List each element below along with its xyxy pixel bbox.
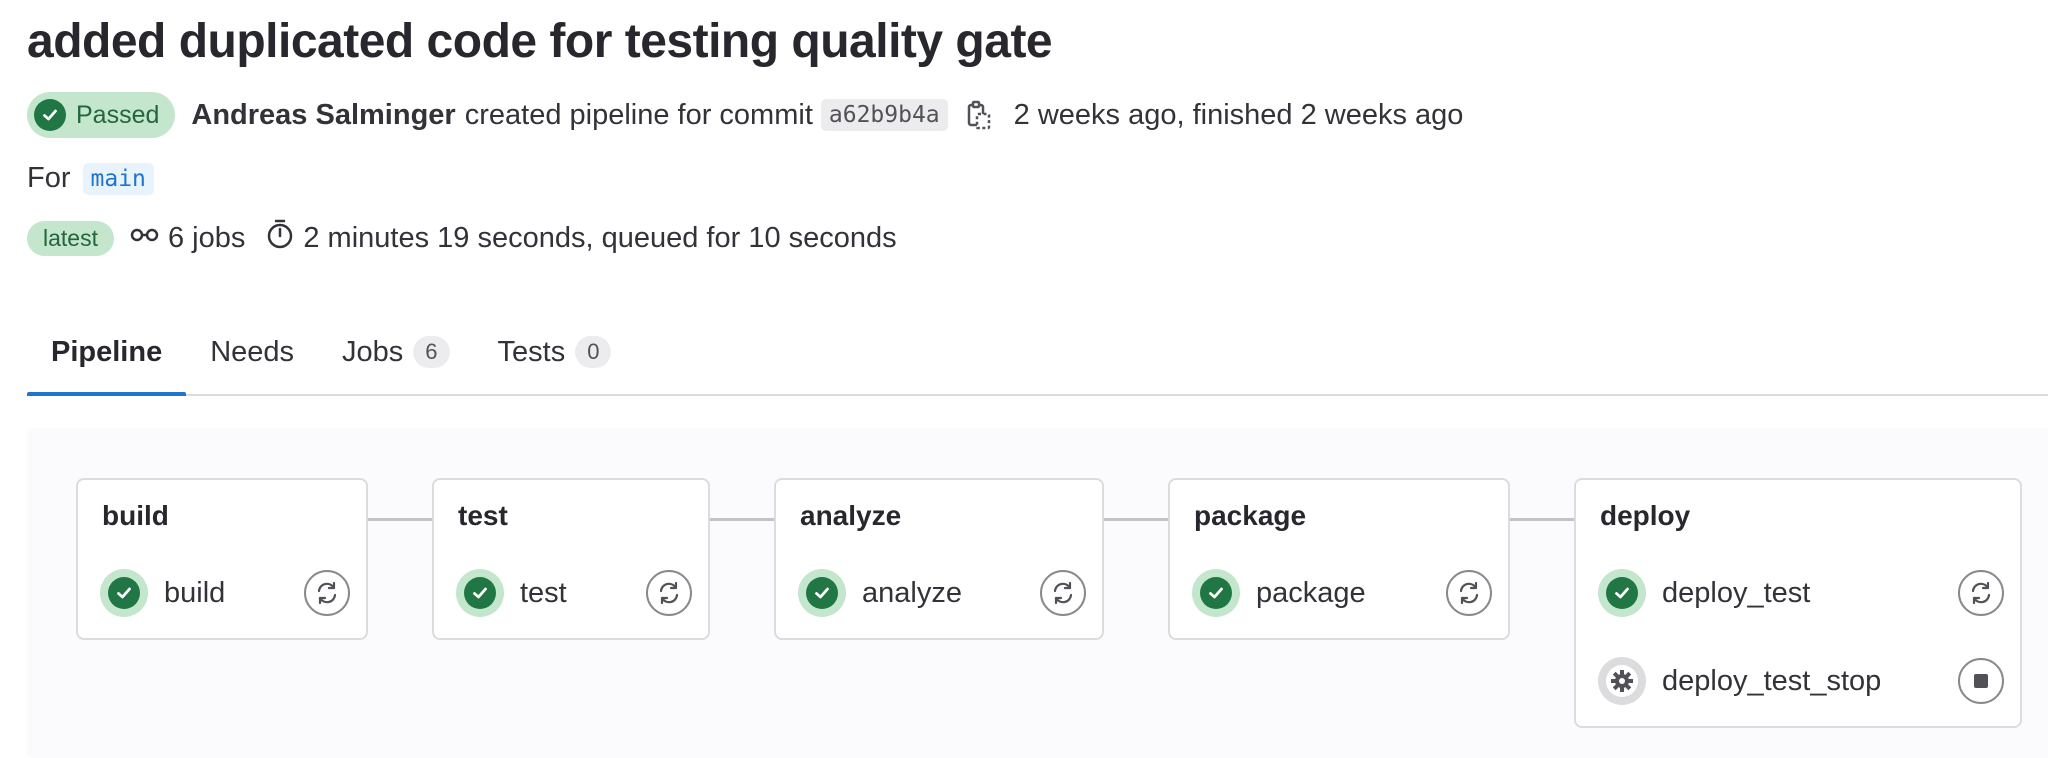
- jobs-stat: 6 jobs: [130, 222, 245, 255]
- stage-connector: [1102, 518, 1170, 521]
- tab-label: Needs: [210, 335, 295, 368]
- tab-count: 0: [575, 336, 612, 368]
- copy-icon[interactable]: [966, 100, 992, 130]
- ref-link[interactable]: main: [82, 162, 154, 195]
- stage-connector: [708, 518, 776, 521]
- stage-name: build: [102, 500, 169, 531]
- stage-analyze: analyze analyze: [774, 478, 1104, 640]
- for-label: For: [27, 162, 71, 194]
- stage-build: build build: [76, 478, 368, 640]
- tab-label: Tests: [497, 335, 566, 368]
- stage-connector: [366, 518, 434, 521]
- status-label: Passed: [76, 100, 160, 129]
- job-name: deploy_test: [1662, 576, 1811, 609]
- action-text: created pipeline for commit: [464, 98, 813, 131]
- stage-name: deploy: [1600, 500, 1691, 531]
- job-name: build: [164, 576, 226, 609]
- check-circle-icon: [1598, 569, 1646, 617]
- job-build[interactable]: build: [100, 568, 350, 618]
- tab-label: Pipeline: [51, 335, 163, 368]
- duration-stat: 2 minutes 19 seconds, queued for 10 seco…: [265, 218, 897, 258]
- gear-icon: [1598, 657, 1646, 705]
- retry-icon[interactable]: [1040, 570, 1086, 616]
- tab-needs[interactable]: Needs: [186, 310, 318, 394]
- pipeline-stats: latest 6 jobs 2 minutes 19 seconds, queu…: [27, 218, 917, 258]
- check-circle-icon: [100, 569, 148, 617]
- check-circle-icon: [34, 99, 66, 131]
- stage-deploy: deploy deploy_test deploy_test_stop: [1574, 478, 2022, 728]
- tab-label: Jobs: [342, 335, 404, 368]
- tab-pipeline[interactable]: Pipeline: [27, 310, 187, 396]
- page-title: added duplicated code for testing qualit…: [27, 15, 1053, 68]
- job-name: analyze: [862, 576, 962, 609]
- jobs-count: 6 jobs: [167, 221, 246, 254]
- stage-connector: [1508, 518, 1576, 521]
- stage-name: test: [458, 500, 508, 531]
- stage-package: package package: [1168, 478, 1510, 640]
- latest-badge: latest: [27, 220, 114, 256]
- retry-icon[interactable]: [1446, 570, 1492, 616]
- job-name: deploy_test_stop: [1662, 664, 1882, 697]
- stop-icon[interactable]: [1958, 658, 2004, 704]
- job-name: package: [1256, 576, 1366, 609]
- tab-count: 6: [413, 336, 450, 368]
- retry-icon[interactable]: [646, 570, 692, 616]
- pipeline-icon: [130, 222, 160, 255]
- status-badge[interactable]: Passed: [27, 92, 176, 138]
- retry-icon[interactable]: [304, 570, 350, 616]
- check-circle-icon: [456, 569, 504, 617]
- pipeline-time: 2 weeks ago, finished 2 weeks ago: [1013, 98, 1464, 131]
- job-deploy-test[interactable]: deploy_test: [1598, 568, 2004, 618]
- pipeline-meta: Passed Andreas Salminger created pipelin…: [27, 92, 1463, 138]
- check-circle-icon: [1192, 569, 1240, 617]
- stage-name: analyze: [800, 500, 902, 531]
- check-circle-icon: [798, 569, 846, 617]
- commit-sha-link[interactable]: a62b9b4a: [820, 99, 948, 131]
- tab-jobs[interactable]: Jobs 6: [318, 310, 474, 394]
- author-link[interactable]: Andreas Salminger: [191, 99, 455, 132]
- job-analyze[interactable]: analyze: [798, 568, 1086, 618]
- job-deploy-test-stop[interactable]: deploy_test_stop: [1598, 656, 2004, 706]
- duration-text: 2 minutes 19 seconds, queued for 10 seco…: [303, 221, 897, 254]
- tab-tests[interactable]: Tests 0: [474, 310, 636, 394]
- stage-name: package: [1194, 500, 1307, 531]
- timer-icon: [265, 218, 295, 258]
- retry-icon[interactable]: [1958, 570, 2004, 616]
- ref-row: For main: [27, 162, 154, 195]
- stage-test: test test: [432, 478, 710, 640]
- job-package[interactable]: package: [1192, 568, 1492, 618]
- job-test[interactable]: test: [456, 568, 692, 618]
- job-name: test: [520, 576, 567, 609]
- pipeline-tabs: Pipeline Needs Jobs 6 Tests 0: [27, 310, 2048, 396]
